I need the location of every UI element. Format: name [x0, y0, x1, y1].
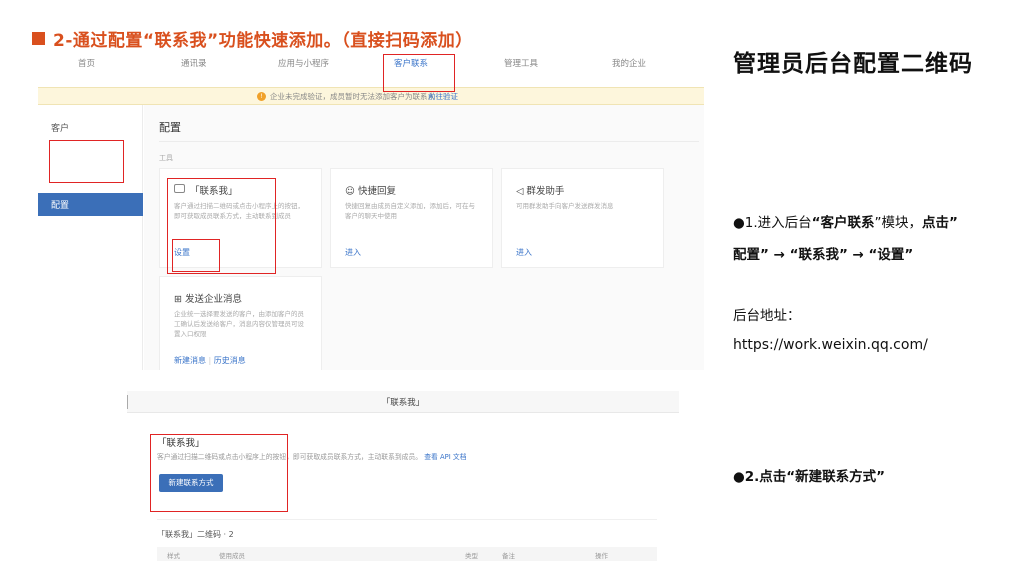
step2-text: ●2.点击“新建联系方式” — [733, 469, 886, 485]
heading-square-icon — [32, 32, 45, 45]
column-header: 使用成员 — [219, 552, 245, 560]
nav-customer-contact[interactable]: 客户联系 — [394, 57, 428, 69]
admin-screenshot-2: 「联系我」 「联系我」 客户通过扫描二维码或点击小程序上的按钮，即可获取成员联系… — [127, 391, 679, 561]
page-title: 配置 — [159, 121, 181, 134]
page-header-bar: 「联系我」 — [127, 391, 679, 413]
notice-text: 企业未完成验证，成员暂时无法添加客户为联系人 — [270, 92, 435, 101]
api-doc-link[interactable]: 查看 API 文档 — [424, 453, 466, 461]
megaphone-icon: ◁ — [516, 186, 527, 197]
card-send-enterprise-message: ⊞ 发送企业消息 企业统一选择要发送的客户，由添加客户的员工确认后发送给客户，消… — [159, 276, 322, 370]
section-title: 「联系我」 — [157, 438, 205, 449]
address-label: 后台地址： — [733, 308, 801, 324]
step1-text: ●1.进入后台“客户联系”模块，点击” 配置” → “联系我” → “设置” — [733, 215, 958, 263]
card-desc: 快捷回复由成员自定义添加，添加后，可在与客户的聊天中使用 — [345, 202, 475, 220]
sidebar-item-config[interactable]: 配置 — [38, 193, 143, 216]
contact-me-setup-link[interactable]: 设置 — [174, 247, 190, 258]
history-message-link[interactable]: 历史消息 — [214, 356, 246, 365]
card-contact-me: 「联系我」 客户通过扫描二维码或点击小程序上的按钮，即可获取成员联系方式，主动联… — [159, 168, 322, 268]
bullet-icon: ● — [733, 215, 745, 231]
step1-path: 配置” → “联系我” → “设置” — [733, 247, 914, 263]
card-desc: 客户通过扫描二维码或点击小程序上的按钮，即可获取成员联系方式，主动联系到成员 — [174, 202, 304, 220]
new-contact-method-button[interactable]: 新建联系方式 — [159, 474, 223, 492]
page-header-title: 「联系我」 — [381, 398, 425, 408]
card-mass-send: ◁ 群发助手 可用群发助手向客户发送群发消息 进入 — [501, 168, 664, 268]
contact-icon — [174, 184, 185, 193]
section-desc: 客户通过扫描二维码或点击小程序上的按钮，即可获取成员联系方式，主动联系到成员。 … — [157, 453, 467, 461]
admin-screenshot-1: 首页 通讯录 应用与小程序 客户联系 管理工具 我的企业 ! 企业未完成验证，成… — [38, 52, 704, 370]
quick-reply-enter-link[interactable]: 进入 — [345, 247, 361, 258]
rss-icon: ⊞ — [174, 294, 185, 305]
mass-send-enter-link[interactable]: 进入 — [516, 247, 532, 258]
column-header: 备注 — [502, 552, 515, 560]
right-title: 管理员后台配置二维码 — [733, 51, 973, 77]
nav-my-enterprise[interactable]: 我的企业 — [612, 57, 646, 69]
nav-management-tools[interactable]: 管理工具 — [504, 57, 538, 69]
card-quick-reply: ☺ 快捷回复 快捷回复由成员自定义添加，添加后，可在与客户的聊天中使用 进入 — [330, 168, 493, 268]
sidebar: 客户 配置 — [38, 105, 143, 370]
card-actions: 新建消息 | 历史消息 — [174, 356, 246, 365]
slide-heading: 2-通过配置“联系我”功能快速添加。（直接扫码添加） — [32, 26, 473, 51]
nav-contacts[interactable]: 通讯录 — [181, 57, 207, 69]
card-title: ☺ 快捷回复 — [345, 186, 396, 197]
new-message-link[interactable]: 新建消息 — [174, 356, 206, 365]
card-desc: 企业统一选择要发送的客户，由添加客户的员工确认后发送给客户，消息内容仅管理员可设… — [174, 310, 304, 338]
tools-label: 工具 — [159, 154, 173, 162]
column-header: 样式 — [167, 552, 180, 560]
card-title: 「联系我」 — [190, 186, 238, 197]
nav-home[interactable]: 首页 — [78, 57, 95, 69]
top-nav: 首页 通讯录 应用与小程序 客户联系 管理工具 我的企业 — [38, 52, 704, 74]
divider — [157, 519, 657, 520]
main-panel: 配置 工具 「联系我」 客户通过扫描二维码或点击小程序上的按钮，即可获取成员联系… — [144, 105, 704, 370]
column-header: 类型 — [465, 552, 478, 560]
card-desc: 可用群发助手向客户发送群发消息 — [516, 202, 614, 210]
qrcode-count-title: 「联系我」二维码 · 2 — [157, 530, 234, 539]
table-header: 样式 使用成员 类型 备注 操作 — [157, 547, 657, 561]
warning-icon: ! — [257, 92, 266, 101]
sidebar-item-label: 配置 — [51, 201, 70, 211]
nav-apps[interactable]: 应用与小程序 — [278, 57, 329, 69]
quick-reply-icon: ☺ — [345, 186, 358, 197]
notice-bar: ! 企业未完成验证，成员暂时无法添加客户为联系人 前往验证 — [38, 87, 704, 105]
divider — [159, 141, 699, 142]
card-title: ⊞ 发送企业消息 — [174, 294, 242, 305]
address-url[interactable]: https://work.weixin.qq.com/ — [733, 337, 928, 353]
card-title: ◁ 群发助手 — [516, 186, 565, 197]
sidebar-item-customer[interactable]: 客户 — [51, 121, 69, 134]
notice-link[interactable]: 前往验证 — [428, 91, 458, 102]
heading-text: 2-通过配置“联系我”功能快速添加。（直接扫码添加） — [53, 31, 473, 51]
column-header: 操作 — [595, 552, 608, 560]
